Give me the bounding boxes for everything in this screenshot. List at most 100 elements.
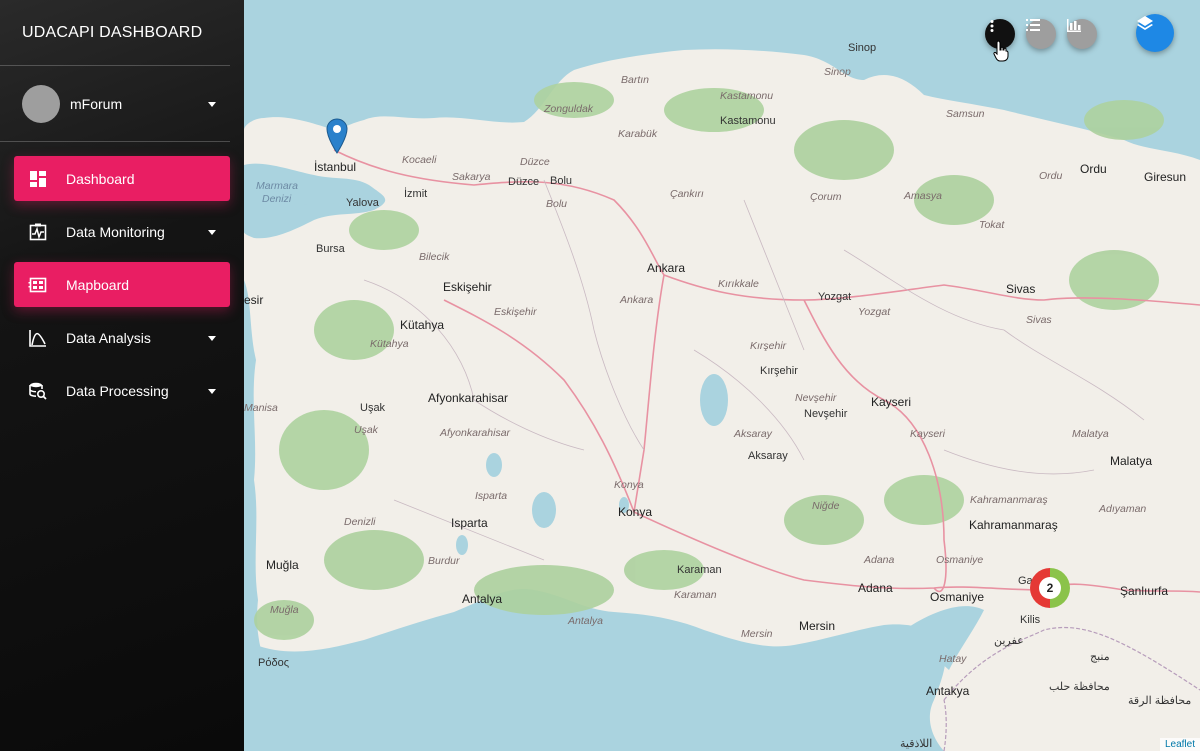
- map-label: Sinop: [848, 42, 877, 54]
- map-label: Konya: [614, 479, 644, 491]
- map-label: Muğla: [266, 558, 299, 572]
- map-label: Adıyaman: [1099, 503, 1147, 515]
- marker-cluster[interactable]: 2: [1030, 568, 1070, 608]
- map-label: Malatya: [1072, 428, 1109, 440]
- cluster-count: 2: [1039, 577, 1061, 599]
- brand-title[interactable]: UDACAPI DASHBOARD: [0, 0, 230, 66]
- map-label: Samsun: [946, 108, 985, 120]
- map-label: Giresun: [1144, 170, 1187, 184]
- map-label: Kırıkkale: [718, 278, 759, 290]
- sidebar-item-data-processing[interactable]: Data Processing: [14, 368, 230, 413]
- sidebar: UDACAPI DASHBOARD mForum Dashboard Data …: [0, 0, 244, 751]
- map-label: Aksaray: [748, 450, 788, 462]
- map-label: منبج: [1090, 651, 1110, 663]
- map-label: Bolu: [550, 175, 573, 187]
- map-label: Düzce: [508, 176, 540, 188]
- map-label: Kütahya: [400, 318, 445, 332]
- map-label: Muğla: [270, 604, 299, 616]
- attribution-link[interactable]: Leaflet: [1159, 738, 1200, 751]
- map-label: Adana: [858, 581, 893, 595]
- map-label: اللاذقية: [900, 738, 933, 750]
- sidebar-item-data-monitoring[interactable]: Data Monitoring: [14, 209, 230, 254]
- map-label: Tokat: [979, 219, 1005, 231]
- mapboard-icon: [26, 273, 50, 297]
- map-label: عفرين: [994, 635, 1024, 647]
- map-label: Konya: [618, 505, 653, 519]
- map-label: Osmaniye: [930, 590, 985, 604]
- map-label: Uşak: [354, 424, 378, 436]
- map-label: Bartın: [621, 74, 650, 86]
- map-label: Kocaeli: [402, 154, 437, 166]
- map-label: Karabük: [618, 128, 658, 140]
- map-label: Yozgat: [858, 306, 891, 318]
- avatar[interactable]: [22, 84, 60, 123]
- map-label: Kırşehir: [760, 365, 798, 377]
- layers-button[interactable]: [1136, 14, 1174, 52]
- map-label: Isparta: [475, 490, 508, 502]
- map-label: Aksaray: [734, 428, 772, 440]
- sidebar-item-label: Data Analysis: [66, 329, 151, 346]
- map-label: Ρόδος: [258, 657, 289, 669]
- map-label: Nevşehir: [795, 392, 837, 404]
- bar-chart-icon: [1067, 19, 1081, 32]
- map-label: Sakarya: [452, 171, 491, 183]
- map-label: Ankara: [620, 294, 654, 306]
- map-label: Antalya: [462, 592, 503, 606]
- map-label: Düzce: [520, 156, 550, 168]
- sidebar-item-mapboard[interactable]: Mapboard: [14, 262, 230, 307]
- monitoring-icon: [26, 220, 50, 244]
- sidebar-item-label: Data Processing: [66, 382, 169, 399]
- map-label: İzmit: [404, 188, 428, 200]
- map-label: Kahramanmaraş: [969, 518, 1058, 532]
- map-label: Yozgat: [818, 291, 852, 303]
- chevron-down-icon[interactable]: [208, 388, 216, 394]
- sidebar-item-dashboard[interactable]: Dashboard: [14, 156, 230, 201]
- map-label: Marmara: [256, 180, 299, 192]
- map-tiles: [244, 0, 1200, 751]
- user-profile[interactable]: mForum: [0, 66, 230, 142]
- map-view[interactable]: İstanbul Kocaeli İzmit Sakarya Düzce Düz…: [244, 0, 1200, 751]
- map-label: Kırşehir: [750, 340, 787, 352]
- map-label: Kilis: [1020, 614, 1041, 626]
- map-label: Denizli: [344, 516, 376, 528]
- chevron-down-icon[interactable]: [208, 335, 216, 341]
- map-label: Osmaniye: [936, 554, 984, 566]
- map-label: Isparta: [451, 516, 488, 530]
- map-label: Eskişehir: [443, 280, 492, 294]
- map-label: Eskişehir: [494, 306, 537, 318]
- sidebar-item-label: Mapboard: [66, 276, 130, 293]
- map-label: Afyonkarahisar: [440, 427, 511, 439]
- map-label: Karaman: [674, 589, 717, 601]
- list-button[interactable]: [1026, 19, 1056, 49]
- map-label: Manisa: [244, 402, 278, 414]
- chevron-down-icon[interactable]: [208, 101, 216, 107]
- map-label: Zonguldak: [544, 103, 594, 115]
- sidebar-nav: Dashboard Data Monitoring Mapboard Data …: [0, 142, 244, 413]
- map-label: Sivas: [1026, 314, 1052, 326]
- map-label: esir: [244, 293, 264, 307]
- sidebar-item-label: Dashboard: [66, 170, 135, 187]
- map-label: İstanbul: [314, 160, 357, 174]
- map-label: Antakya: [926, 684, 970, 698]
- map-label: محافظة حلب: [1049, 681, 1110, 693]
- layers-icon: [1137, 16, 1153, 30]
- map-label: Çankırı: [670, 188, 704, 200]
- map-label: Çorum: [810, 191, 842, 203]
- sidebar-item-data-analysis[interactable]: Data Analysis: [14, 315, 230, 360]
- map-label: Mersin: [799, 619, 836, 633]
- map-label: Malatya: [1110, 454, 1153, 468]
- chart-button[interactable]: [1067, 19, 1097, 49]
- map-label: Amasya: [904, 190, 942, 202]
- map-label: Karaman: [677, 564, 722, 576]
- map-label: Mersin: [741, 628, 773, 640]
- map-label: Ankara: [647, 261, 686, 275]
- map-label: Nevşehir: [804, 408, 848, 420]
- map-label: Kastamonu: [720, 115, 776, 127]
- sidebar-item-label: Data Monitoring: [66, 223, 165, 240]
- chevron-down-icon[interactable]: [208, 229, 216, 235]
- analysis-icon: [26, 326, 50, 350]
- map-label: Sivas: [1006, 282, 1036, 296]
- map-label: محافظة الرقة: [1128, 695, 1192, 707]
- map-label: Afyonkarahisar: [428, 391, 509, 405]
- map-label: Bolu: [546, 198, 568, 210]
